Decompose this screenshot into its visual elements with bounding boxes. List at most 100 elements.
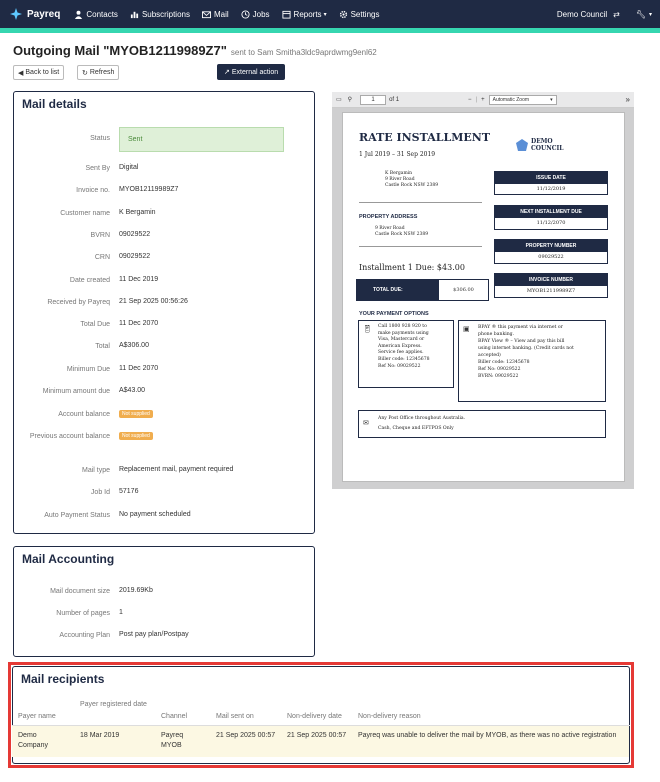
status-label: Status <box>90 135 110 142</box>
mail-accounting-title: Mail Accounting <box>22 552 115 566</box>
chevron-down-icon: ▾ <box>323 11 327 18</box>
pdf-viewer[interactable]: RATE INSTALLMENT 1 Jul 2019 – 31 Sep 201… <box>332 108 634 489</box>
not-supplied-badge: Not supplied <box>119 432 153 440</box>
th-payer-name: Payer name <box>18 713 56 720</box>
box-header: ISSUE DATE <box>495 172 607 184</box>
invoice-number-box: INVOICE NUMBER MYOB12119989Z7 <box>494 273 608 298</box>
external-action-label: External action <box>231 68 279 76</box>
total-due-label: TOTAL DUE: <box>357 280 439 300</box>
nav-subscriptions[interactable]: Subscriptions <box>130 10 190 19</box>
top-navbar: Payreq Contacts Subscriptions Mail Jobs … <box>0 0 660 28</box>
text-line: phone banking. <box>478 332 515 337</box>
th-payer-registered: Payer registered date <box>80 701 147 708</box>
detail-value: No payment scheduled <box>119 510 191 518</box>
phone-payment-text: Call 1800 928 920 to make payments using V… <box>378 324 430 370</box>
wrench-icon[interactable]: 🔧︎ <box>636 10 646 19</box>
logo-bottom: COUNCIL <box>531 145 564 152</box>
brand[interactable]: Payreq <box>10 8 60 20</box>
text-line: accepted) <box>478 353 501 358</box>
nav-subscriptions-label: Subscriptions <box>141 9 190 19</box>
zoom-out-icon[interactable]: − <box>468 97 472 103</box>
calendar-icon <box>281 10 291 19</box>
bpay-payment-box: ▣ BPAY ® this payment via internet or pho… <box>458 320 606 402</box>
box-value: 11/12/2070 <box>536 220 566 226</box>
nav-settings[interactable]: Settings <box>339 10 379 19</box>
phone-icon: 📱︎ <box>363 326 372 333</box>
mail-details-panel: Mail details Status Sent Sent By Digital I… <box>13 91 315 534</box>
chart-icon <box>130 11 139 18</box>
detail-label: Customer name <box>60 209 110 217</box>
page-subtitle: sent to Sam Smitha3ldc9aprdwmg9enl62 <box>230 48 377 57</box>
divider <box>359 246 482 247</box>
detail-value: Post pay plan/Postpay <box>119 631 189 638</box>
nav-reports[interactable]: Reports ▾ <box>281 9 327 19</box>
text-line: BPAY ® this payment via internet or <box>478 325 563 330</box>
th-non-delivery-reason: Non-delivery reason <box>358 713 421 720</box>
td-payer-registered: 18 Mar 2019 <box>80 732 120 739</box>
nav-reports-label: Reports <box>293 9 322 19</box>
box-header: INVOICE NUMBER <box>495 274 607 286</box>
mail-accounting-panel: Mail Accounting Mail document size 2019.6… <box>13 546 315 657</box>
arrow-left-icon: ◀ <box>18 69 24 77</box>
text-line: Visa, Mastercard or <box>378 337 425 343</box>
detail-label: BVRN <box>90 231 110 239</box>
th-channel: Channel <box>161 713 188 720</box>
td-non-delivery-reason: Payreq was unable to deliver the mail by… <box>358 732 617 739</box>
envelope-icon <box>201 10 211 18</box>
detail-value: 09029522 <box>119 253 151 261</box>
page-title-text: Outgoing Mail "MYOB12119989Z7" <box>13 43 227 58</box>
refresh-button[interactable]: ↻ Refresh <box>77 65 120 80</box>
council-crest-icon <box>516 139 528 151</box>
detail-label: Invoice no. <box>76 187 110 195</box>
account-balance-label: Account balance <box>58 411 110 418</box>
pdf-page-input[interactable]: 1 <box>360 94 387 105</box>
status-badge: Sent <box>119 127 284 152</box>
divider <box>359 202 482 203</box>
mail-details-title: Mail details <box>22 97 87 111</box>
nav-contacts[interactable]: Contacts <box>74 10 118 19</box>
detail-label: Minimum amount due <box>42 388 110 395</box>
detail-value: 1 <box>119 609 123 616</box>
property-address-line: Castle Rock NSW 2389 <box>375 232 429 237</box>
zoom-in-icon[interactable]: + <box>481 97 485 103</box>
property-address: 9 River Road Castle Rock NSW 2389 <box>375 226 428 238</box>
payreq-logo-icon <box>10 8 22 20</box>
swap-icon[interactable]: ⇄ <box>613 10 620 19</box>
sidebar-toggle-icon[interactable]: ▭ <box>336 96 342 103</box>
bpay-icon: ▣ <box>463 326 470 333</box>
search-icon[interactable]: ⚲ <box>348 96 352 103</box>
chevron-down-icon: ▾ <box>648 11 652 18</box>
th-non-delivery-date: Non-delivery date <box>287 713 342 720</box>
recipient-address: K Bergamin 9 River Road Castle Rock NSW … <box>385 171 438 189</box>
detail-value: 11 Dec 2019 <box>119 275 159 283</box>
detail-value: 09029522 <box>119 230 151 238</box>
installment-due: Installment 1 Due: $43.00 <box>359 263 465 272</box>
council-logo: DEMO COUNCIL <box>515 138 564 152</box>
nav-jobs[interactable]: Jobs <box>241 10 270 19</box>
detail-value: 11 Dec 2070 <box>119 364 159 372</box>
detail-label: Mail document size <box>50 588 110 595</box>
council-selector[interactable]: Demo Council <box>557 10 607 19</box>
detail-value: K Bergamin <box>119 208 156 216</box>
back-to-list-label: Back to list <box>25 69 60 76</box>
back-to-list-button[interactable]: ◀ Back to list <box>13 65 65 80</box>
zoom-select[interactable]: Automatic Zoom ▾ <box>488 94 557 105</box>
more-tools-icon[interactable]: » <box>626 95 630 104</box>
text-line: Ref No: 09029522 <box>378 363 421 369</box>
detail-label: Accounting Plan <box>59 632 110 639</box>
text-line: using internet banking. (Credit cards no… <box>478 346 574 351</box>
nav-mail[interactable]: Mail <box>201 10 229 19</box>
status-value: Sent <box>128 136 143 143</box>
nav-right: Demo Council ⇄ 🔧︎ ▾ <box>557 0 652 28</box>
property-number-box: PROPERTY NUMBER 09029522 <box>494 239 608 264</box>
nav-jobs-label: Jobs <box>252 9 270 19</box>
total-due-value: $306.00 <box>453 287 474 293</box>
text-line: Call 1800 928 920 to <box>378 324 427 329</box>
td-payer-name[interactable]: Demo Company <box>18 731 68 751</box>
user-icon <box>75 10 83 19</box>
box-value: 11/12/2019 <box>536 186 566 192</box>
detail-label: CRN <box>94 254 110 262</box>
zoom-select-value: Automatic Zoom <box>492 96 530 103</box>
external-action-button[interactable]: ↗ External action <box>217 64 286 80</box>
logo-top: DEMO <box>531 138 553 145</box>
